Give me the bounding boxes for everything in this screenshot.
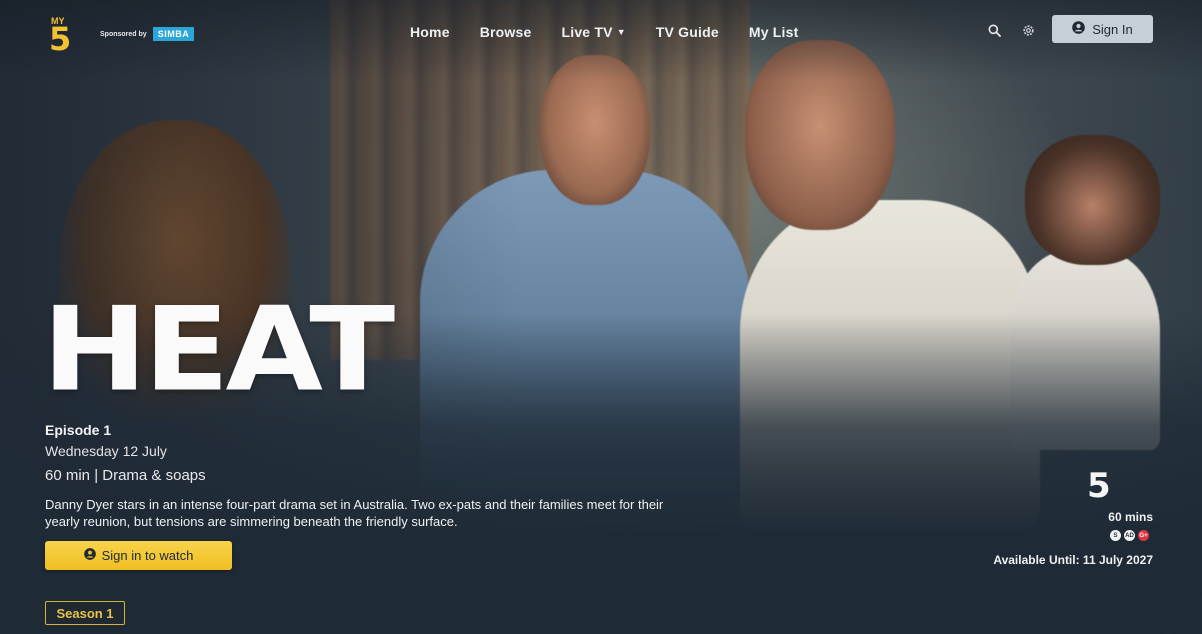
show-title: HEAT	[42, 281, 395, 418]
hero-frame: MY 5 Sponsored by SIMBA Home Browse Live…	[0, 0, 1202, 634]
available-until: Available Until: 11 July 2027	[993, 553, 1153, 567]
duration-label: 60 mins	[1108, 510, 1153, 524]
top-header: MY 5 Sponsored by SIMBA Home Browse Live…	[0, 0, 1202, 64]
episode-meta: 60 min | Drama & soaps	[45, 467, 206, 484]
nav-live-tv-label: Live TV	[561, 24, 613, 40]
user-circle-icon	[83, 548, 96, 563]
sign-in-button[interactable]: Sign In	[1052, 15, 1153, 43]
episode-description: Danny Dyer stars in an intense four-part…	[45, 497, 664, 529]
watch-label: Sign in to watch	[101, 548, 194, 563]
guidance-badge: G+	[1138, 530, 1149, 541]
channel-5-logo: 5	[1087, 466, 1113, 506]
episode-date: Wednesday 12 July	[45, 443, 167, 459]
sign-in-label: Sign In	[1092, 21, 1133, 37]
subtitles-badge: S	[1110, 530, 1121, 541]
accessibility-badges: S AD G+	[1110, 530, 1149, 541]
search-icon[interactable]	[986, 22, 1002, 38]
gear-icon[interactable]	[1020, 22, 1036, 38]
nav-browse[interactable]: Browse	[480, 24, 532, 40]
svg-text:5: 5	[1087, 466, 1111, 500]
sponsor-block: Sponsored by SIMBA	[100, 27, 195, 41]
nav-my-list[interactable]: My List	[749, 24, 799, 40]
sponsor-text: Sponsored by	[100, 30, 147, 38]
nav-live-tv[interactable]: Live TV ▼	[561, 24, 625, 40]
sponsor-brand: SIMBA	[152, 27, 195, 41]
audio-description-badge: AD	[1124, 530, 1135, 541]
user-circle-icon	[1072, 21, 1086, 37]
sign-in-to-watch-button[interactable]: Sign in to watch	[45, 541, 232, 570]
season-selector[interactable]: Season 1	[45, 601, 125, 625]
my5-logo[interactable]: MY 5	[48, 14, 82, 58]
svg-text:5: 5	[49, 20, 71, 52]
main-nav: Home Browse Live TV ▼ TV Guide My List	[410, 24, 799, 40]
chevron-down-icon: ▼	[616, 27, 626, 37]
person-boy-head	[1025, 135, 1160, 265]
nav-home[interactable]: Home	[410, 24, 450, 40]
nav-tv-guide[interactable]: TV Guide	[656, 24, 719, 40]
episode-title: Episode 1	[45, 422, 112, 438]
